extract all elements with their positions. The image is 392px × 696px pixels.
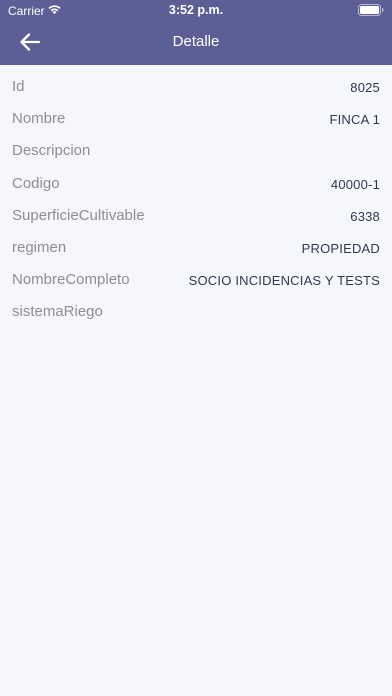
detail-row-nombre: Nombre FINCA 1 [0,103,392,135]
detail-row-id: Id 8025 [0,71,392,103]
detail-label: SuperficieCultivable [12,206,145,224]
battery-icon [358,4,384,16]
detail-value: FINCA 1 [329,112,380,128]
detail-row-descripcion: Descripcion [0,135,392,167]
detail-value: 8025 [350,80,380,95]
status-time: 3:52 p.m. [168,3,224,17]
status-bar: Carrier 3:52 p.m. [0,0,392,20]
detail-label: Nombre [12,110,66,128]
detail-row-sistema-riego: sistemaRiego [0,296,392,328]
detail-row-regimen: regimen PROPIEDAD [0,232,392,264]
detail-label: NombreCompleto [12,271,130,289]
detail-value: PROPIEDAD [301,240,380,256]
detail-screen: Carrier 3:52 p.m. Detalle Id 8025 Nombre… [0,0,392,696]
nav-header: Carrier 3:52 p.m. Detalle [0,0,392,65]
detail-label: Codigo [12,174,60,192]
detail-value: SOCIO INCIDENCIAS Y TESTS [188,273,380,289]
detail-row-superficie-cultivable: SuperficieCultivable 6338 [0,200,392,232]
detail-label: Id [12,78,25,95]
detail-row-nombre-completo: NombreCompleto SOCIO INCIDENCIAS Y TESTS [0,264,392,296]
page-title: Detalle [172,33,220,50]
detail-label: Descripcion [12,142,91,160]
detail-value: 6338 [350,208,380,224]
detail-value: 40000-1 [330,176,380,192]
detail-label: regimen [12,238,67,256]
detail-list: Id 8025 Nombre FINCA 1 Descripcion Codig… [0,71,392,329]
detail-row-codigo: Codigo 40000-1 [0,168,392,200]
detail-label: sistemaRiego [12,303,103,321]
